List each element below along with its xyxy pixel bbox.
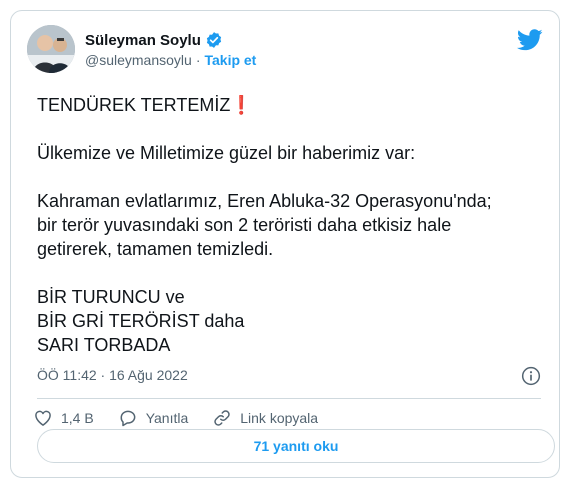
tweet-card: Süleyman Soylu @suleymansoylu · Takip et… bbox=[10, 10, 560, 478]
verified-badge-icon bbox=[206, 32, 221, 48]
read-replies-button[interactable]: 71 yanıtı oku bbox=[37, 429, 555, 463]
tweet-header: Süleyman Soylu @suleymansoylu · Takip et bbox=[27, 25, 543, 77]
separator: · bbox=[195, 52, 201, 68]
tweet-timestamp[interactable]: ÖÖ 11:42 · 16 Ağu 2022 bbox=[37, 367, 188, 383]
exclamation-emoji: ❗ bbox=[230, 95, 253, 115]
divider bbox=[37, 398, 541, 399]
author-name[interactable]: Süleyman Soylu bbox=[85, 32, 201, 49]
copy-link-button[interactable]: Link kopyala bbox=[212, 408, 318, 428]
author-handle[interactable]: @suleymansoylu bbox=[85, 52, 192, 68]
avatar[interactable] bbox=[27, 25, 75, 73]
avatar-photo bbox=[27, 25, 75, 73]
reply-label: Yanıtla bbox=[145, 410, 189, 426]
reply-button[interactable]: Yanıtla bbox=[118, 408, 189, 428]
author-name-row: Süleyman Soylu bbox=[85, 31, 223, 49]
follow-button[interactable]: Takip et bbox=[204, 52, 256, 68]
like-count: 1,4 B bbox=[61, 410, 94, 426]
copy-link-label: Link kopyala bbox=[240, 410, 319, 426]
tweet-text: TENDÜREK TERTEMİZ❗ Ülkemize ve Milletimi… bbox=[37, 93, 557, 357]
handle-row: @suleymansoylu · Takip et bbox=[85, 52, 256, 68]
twitter-bird-icon[interactable] bbox=[517, 29, 543, 51]
speech-bubble-icon bbox=[120, 410, 136, 427]
info-icon[interactable] bbox=[521, 366, 541, 386]
link-icon bbox=[214, 410, 230, 426]
tweet-body: Ülkemize ve Milletimize güzel bir haberi… bbox=[37, 143, 492, 355]
heart-icon bbox=[35, 410, 51, 426]
like-button[interactable]: 1,4 B bbox=[33, 408, 94, 428]
action-bar: 1,4 B Yanıtla Link kopyala bbox=[33, 408, 342, 428]
tweet-headline: TENDÜREK TERTEMİZ bbox=[37, 95, 231, 115]
